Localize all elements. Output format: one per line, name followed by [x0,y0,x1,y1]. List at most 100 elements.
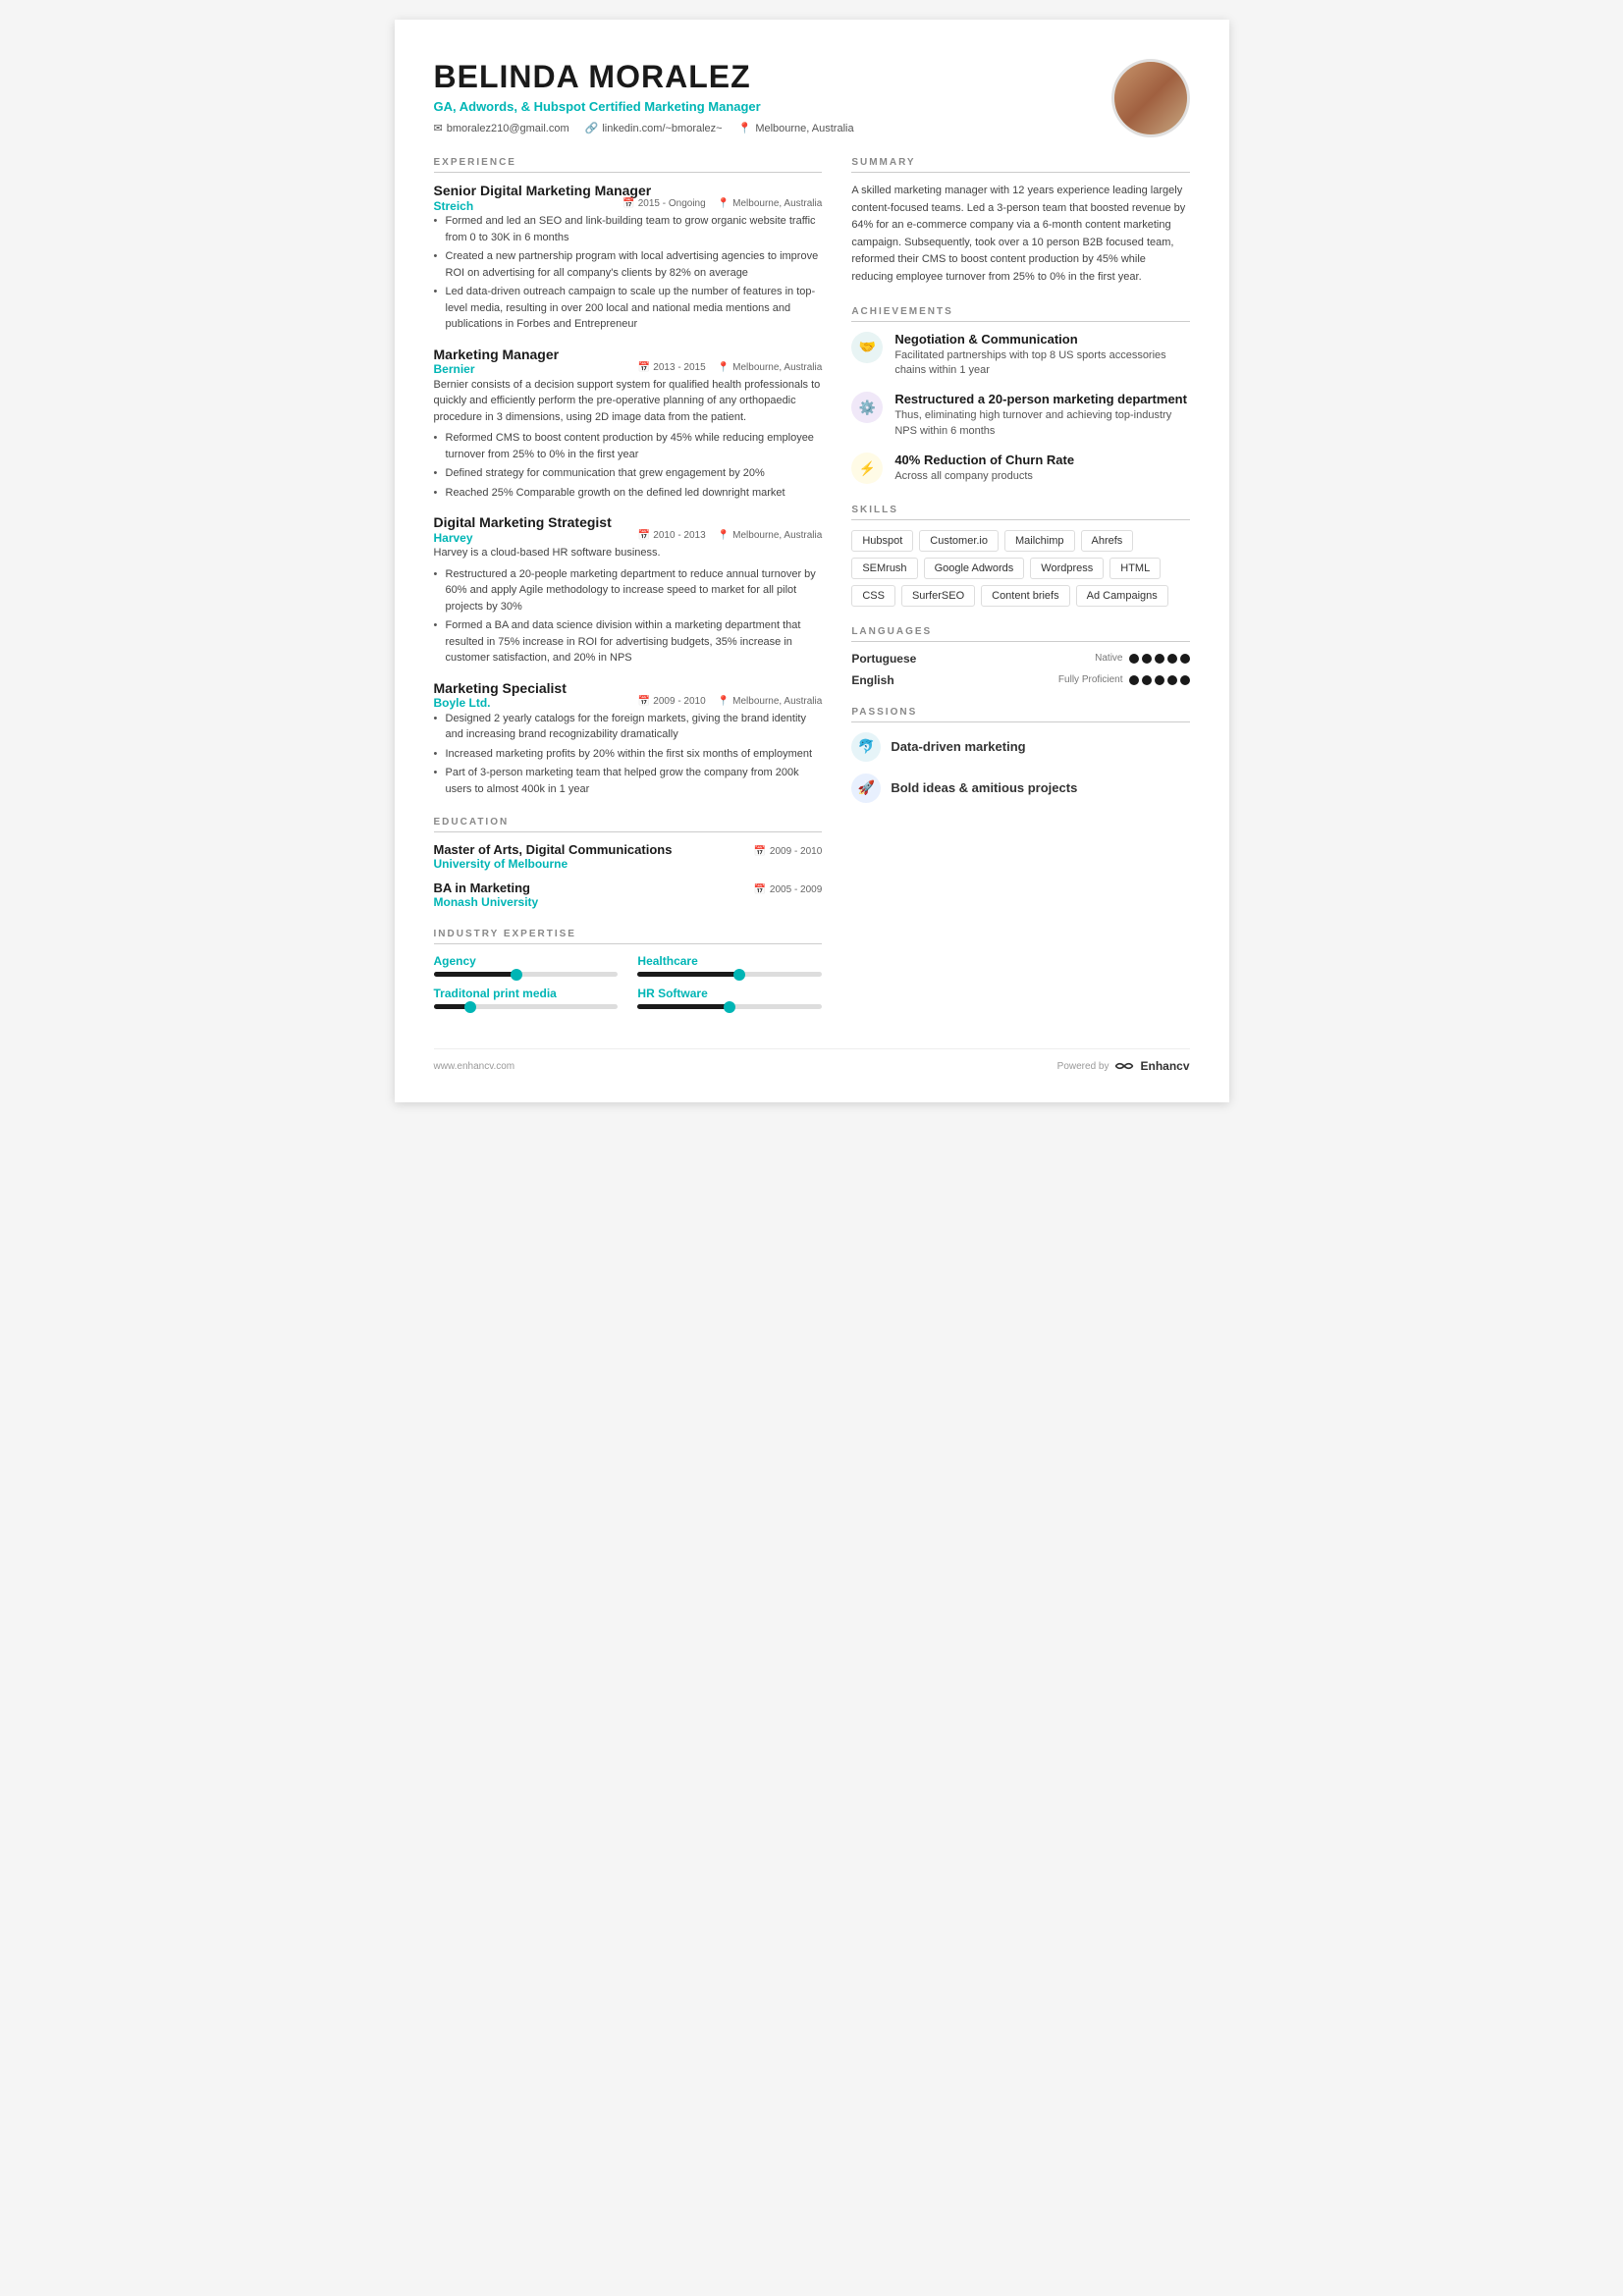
skill-tag: SurferSEO [901,585,975,607]
lang-dot-5 [1180,675,1190,685]
industry-expertise-divider [434,943,823,944]
industry-expertise-title: INDUSTRY EXPERTISE [434,929,823,939]
skills-divider [851,519,1189,520]
expertise-item: Agency [434,954,619,977]
language-level: Native [1095,653,1122,664]
job-item: Digital Marketing Strategist Harvey 📅 20… [434,514,823,667]
passions-title: PASSIONS [851,707,1189,718]
expertise-bar [637,972,822,977]
expertise-bar [434,1004,619,1009]
job-date: 📅 2010 - 2013 [638,530,706,541]
right-column: SUMMARY A skilled marketing manager with… [851,157,1189,1029]
language-dots [1129,654,1190,664]
lang-dot-3 [1155,654,1164,664]
expertise-label: HR Software [637,987,822,1000]
header: BELINDA MORALEZ GA, Adwords, & Hubspot C… [434,59,1190,137]
bullet-item: Part of 3-person marketing team that hel… [434,765,823,797]
language-right: Fully Proficient [1058,674,1190,685]
skills-title: SKILLS [851,505,1189,515]
expertise-item: Healthcare [637,954,822,977]
expertise-label: Agency [434,954,619,968]
job-meta: 📅 2010 - 2013 📍 Melbourne, Australia [638,530,822,541]
job-date: 📅 2015 - Ongoing [622,198,705,209]
passions-section: PASSIONS 🐬 Data-driven marketing 🚀 Bold … [851,707,1189,803]
two-column-layout: EXPERIENCE Senior Digital Marketing Mana… [434,157,1190,1029]
experience-section: EXPERIENCE Senior Digital Marketing Mana… [434,157,823,797]
lang-dot-1 [1129,654,1139,664]
job-item: Marketing Manager Bernier 📅 2013 - 2015 … [434,347,823,502]
skill-tag: CSS [851,585,895,607]
achievement-content: Negotiation & Communication Facilitated … [894,332,1189,379]
achievement-desc: Facilitated partnerships with top 8 US s… [894,348,1189,379]
passion-icon: 🐬 [851,732,881,762]
expertise-fill [637,972,738,977]
edu-degree: Master of Arts, Digital Communications [434,842,673,857]
passion-text: Bold ideas & amitious projects [891,780,1077,795]
passions-divider [851,721,1189,722]
candidate-photo [1111,59,1190,137]
skill-tag: SEMrush [851,558,917,579]
language-dots [1129,675,1190,685]
achievement-item: ⚙️ Restructured a 20-person marketing de… [851,392,1189,439]
footer: www.enhancv.com Powered by Enhancv [434,1048,1190,1073]
calendar-icon: 📅 [753,884,765,895]
job-date: 📅 2013 - 2015 [638,362,706,373]
bullet-item: Defined strategy for communication that … [434,465,823,482]
expertise-fill [434,1004,471,1009]
achievements-divider [851,321,1189,322]
achievement-item: ⚡ 40% Reduction of Churn Rate Across all… [851,453,1189,484]
achievement-content: Restructured a 20-person marketing depar… [894,392,1189,439]
job-bullets: Restructured a 20-people marketing depar… [434,566,823,667]
languages-title: LANGUAGES [851,626,1189,637]
brand-name: Enhancv [1140,1059,1189,1073]
experience-title: EXPERIENCE [434,157,823,168]
achievement-title: Restructured a 20-person marketing depar… [894,392,1189,406]
bullet-item: Created a new partnership program with l… [434,248,823,281]
achievement-icon: 🤝 [851,332,883,363]
calendar-icon: 📅 [638,696,650,707]
bullet-item: Increased marketing profits by 20% withi… [434,746,823,763]
lang-dot-2 [1142,654,1152,664]
education-divider [434,831,823,832]
pin-icon: 📍 [718,198,730,209]
skill-tag: Hubspot [851,530,913,552]
job-bullets: Designed 2 yearly catalogs for the forei… [434,711,823,798]
education-title: EDUCATION [434,817,823,828]
job-location: 📍 Melbourne, Australia [718,696,823,707]
achievement-icon: ⚡ [851,453,883,484]
footer-brand: Powered by Enhancv [1057,1059,1190,1073]
email-icon: ✉ [434,122,443,134]
edu-school: Monash University [434,895,539,909]
passion-icon: 🚀 [851,774,881,803]
expertise-item: HR Software [637,987,822,1009]
expertise-fill [434,972,517,977]
footer-website: www.enhancv.com [434,1061,515,1072]
job-location: 📍 Melbourne, Australia [718,198,823,209]
job-company: Bernier [434,362,475,376]
language-name: Portuguese [851,652,916,666]
job-bullets: Reformed CMS to boost content production… [434,430,823,501]
pin-icon: 📍 [718,530,730,541]
job-title: Senior Digital Marketing Manager [434,183,823,198]
skills-grid: Hubspot Customer.io Mailchimp Ahrefs SEM… [851,530,1189,607]
job-title: Digital Marketing Strategist [434,514,823,530]
edu-item: Master of Arts, Digital Communications U… [434,842,823,871]
lang-dot-4 [1167,675,1177,685]
pin-icon: 📍 [718,696,730,707]
job-location: 📍 Melbourne, Australia [718,362,823,373]
edu-school: University of Melbourne [434,857,673,871]
edu-meta: 📅 2005 - 2009 [753,884,822,895]
achievements-title: ACHIEVEMENTS [851,306,1189,317]
summary-section: SUMMARY A skilled marketing manager with… [851,157,1189,287]
job-bullets: Formed and led an SEO and link-building … [434,213,823,333]
left-column: EXPERIENCE Senior Digital Marketing Mana… [434,157,823,1029]
passion-text: Data-driven marketing [891,739,1025,754]
linkedin-contact: 🔗 linkedin.com/~bmoralez~ [585,122,723,134]
job-company: Harvey [434,531,473,545]
bullet-item: Restructured a 20-people marketing depar… [434,566,823,615]
summary-text: A skilled marketing manager with 12 year… [851,183,1189,287]
expertise-dot [733,969,745,981]
language-name: English [851,673,893,687]
lang-dot-3 [1155,675,1164,685]
lang-dot-5 [1180,654,1190,664]
